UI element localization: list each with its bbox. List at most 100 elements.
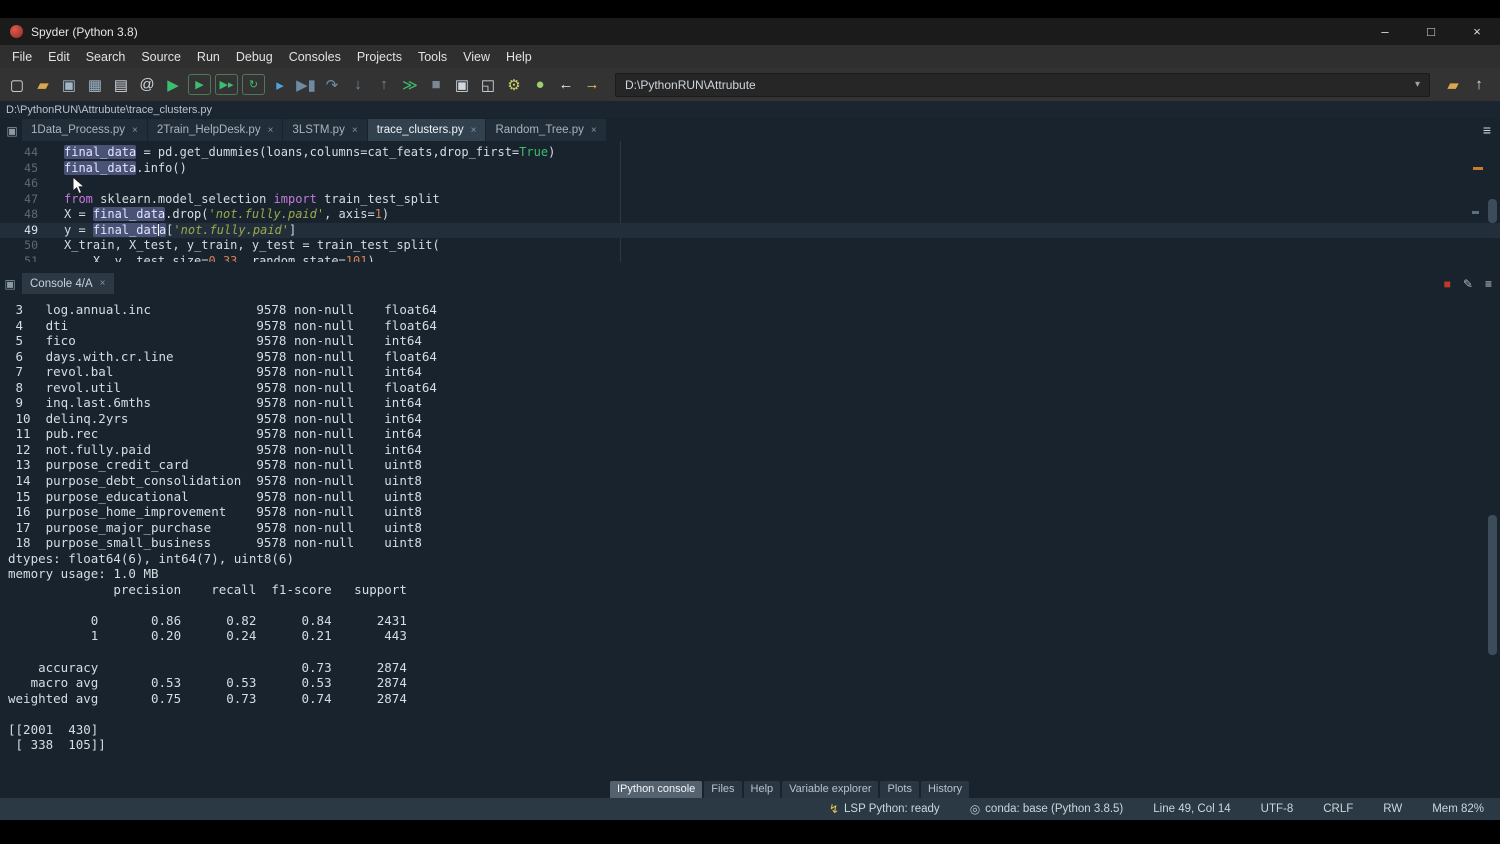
forward-button[interactable]: → <box>579 72 605 98</box>
console-scrollbar-thumb[interactable] <box>1488 515 1497 655</box>
save-button[interactable]: ▣ <box>56 72 82 98</box>
back-button[interactable]: ← <box>553 72 579 98</box>
menu-debug[interactable]: Debug <box>228 48 281 66</box>
open-file-button[interactable]: ▰ <box>30 72 56 98</box>
close-console-icon[interactable]: × <box>100 278 106 289</box>
menu-consoles[interactable]: Consoles <box>281 48 349 66</box>
browse-directory-button[interactable]: ▰ <box>1440 72 1466 98</box>
console-tab-bar: ▣ Console 4/A × ■ ✎ ≡ <box>0 272 1500 295</box>
tab-ipython-console[interactable]: IPython console <box>610 781 702 798</box>
working-directory-combobox[interactable]: D:\PythonRUN\Attrubute ▾ <box>615 73 1430 97</box>
code-editor[interactable]: 44final_data = pd.get_dummies(loans,colu… <box>0 141 1500 262</box>
scrollflag-warning-marker <box>1473 167 1483 170</box>
menu-projects[interactable]: Projects <box>349 48 410 66</box>
menu-view[interactable]: View <box>455 48 498 66</box>
file-switcher-button[interactable]: ▤ <box>108 72 134 98</box>
fullscreen-button[interactable]: ◱ <box>475 72 501 98</box>
line-number: 51 <box>0 254 52 263</box>
tab-1data-process-py[interactable]: 1Data_Process.py× <box>22 119 147 141</box>
code-text[interactable]: X = final_data.drop('not.fully.paid', ax… <box>52 207 389 223</box>
open-file-icon: ▰ <box>37 76 49 94</box>
new-file-icon: ▢ <box>10 76 24 94</box>
run-selection-button[interactable]: ▸ <box>267 72 293 98</box>
tab-label: trace_clusters.py <box>377 124 464 136</box>
code-line: 47from sklearn.model_selection import tr… <box>0 192 1500 208</box>
spyder-logo-icon <box>10 25 23 38</box>
code-text[interactable] <box>52 176 64 192</box>
tab-files[interactable]: Files <box>704 781 741 798</box>
menu-file[interactable]: File <box>4 48 40 66</box>
close-tab-icon[interactable]: × <box>132 125 138 136</box>
code-text[interactable]: final_data.info() <box>52 161 187 177</box>
step-return-button[interactable]: ↑ <box>371 72 397 98</box>
window-title: Spyder (Python 3.8) <box>31 25 138 39</box>
console-panel[interactable]: 3 log.annual.inc 9578 non-null float64 4… <box>0 295 1500 780</box>
rerun-cell-icon: ↻ <box>249 78 258 91</box>
editor-scrollbar-thumb[interactable] <box>1488 199 1497 223</box>
new-file-button[interactable]: ▢ <box>4 72 30 98</box>
run-cell-advance-button[interactable]: ▶▸ <box>215 74 238 95</box>
tab-3lstm-py[interactable]: 3LSTM.py× <box>283 119 366 141</box>
step-into-button[interactable]: ↓ <box>345 72 371 98</box>
tab-help[interactable]: Help <box>744 781 781 798</box>
tab-random-tree-py[interactable]: Random_Tree.py × <box>486 119 605 141</box>
editor-options-icon[interactable]: ≡ <box>1483 122 1491 138</box>
preferences-button[interactable]: ⚙ <box>501 72 527 98</box>
remove-variables-button[interactable]: ✎ <box>1463 277 1473 291</box>
toolbar-buttons: ▢▰▣▦▤@▶▶▶▸↻▸▶▮↷↓↑≫■▣◱⚙●←→ <box>4 72 605 98</box>
interrupt-kernel-button[interactable]: ■ <box>1444 277 1451 291</box>
editor-tabs: 1Data_Process.py×2Train_HelpDesk.py×3LST… <box>22 119 607 141</box>
code-text[interactable]: from sklearn.model_selection import trai… <box>52 192 440 208</box>
tab-trace-clusters-py[interactable]: trace_clusters.py × <box>368 119 486 141</box>
close-button[interactable]: × <box>1454 18 1500 45</box>
find-symbols-button[interactable]: @ <box>134 72 160 98</box>
code-text[interactable]: X, y, test_size=0.33, random_state=101) <box>52 254 375 263</box>
browse-console-tabs-icon[interactable]: ▣ <box>0 273 20 294</box>
code-text[interactable]: final_data = pd.get_dummies(loans,column… <box>52 145 555 161</box>
browse-tabs-icon[interactable]: ▣ <box>2 120 22 141</box>
menu-edit[interactable]: Edit <box>40 48 78 66</box>
menu-tools[interactable]: Tools <box>410 48 455 66</box>
close-tab-icon[interactable]: × <box>591 125 597 136</box>
continue-button[interactable]: ≫ <box>397 72 423 98</box>
main-toolbar: ▢▰▣▦▤@▶▶▶▸↻▸▶▮↷↓↑≫■▣◱⚙●←→ D:\PythonRUN\A… <box>0 68 1500 101</box>
tab-history[interactable]: History <box>921 781 969 798</box>
menu-source[interactable]: Source <box>133 48 189 66</box>
tab-2train-helpdesk-py[interactable]: 2Train_HelpDesk.py× <box>148 119 283 141</box>
run-cell-button[interactable]: ▶ <box>188 74 211 95</box>
code-text[interactable]: X_train, X_test, y_train, y_test = train… <box>52 238 440 254</box>
run-file-button[interactable]: ▶ <box>160 72 186 98</box>
stop-button[interactable]: ■ <box>423 72 449 98</box>
tab-plots[interactable]: Plots <box>880 781 918 798</box>
python-env-button[interactable]: ● <box>527 72 553 98</box>
console-options-button[interactable]: ≡ <box>1485 277 1492 291</box>
lsp-status-icon: ↯ <box>829 802 839 816</box>
menu-run[interactable]: Run <box>189 48 228 66</box>
debug-file-button[interactable]: ▶▮ <box>293 72 319 98</box>
parent-directory-button[interactable]: ↑ <box>1466 72 1492 98</box>
code-line: 50X_train, X_test, y_train, y_test = tra… <box>0 238 1500 254</box>
maximize-pane-button[interactable]: ▣ <box>449 72 475 98</box>
minimize-button[interactable]: – <box>1362 18 1408 45</box>
tab-label: Random_Tree.py <box>495 124 583 136</box>
status-bar: ↯LSP Python: ready◎conda: base (Python 3… <box>0 798 1500 820</box>
python-env-icon: ● <box>535 76 544 93</box>
close-tab-icon[interactable]: × <box>268 125 274 136</box>
console-tab[interactable]: Console 4/A × <box>22 273 114 294</box>
step-over-button[interactable]: ↷ <box>319 72 345 98</box>
code-line: 49y = final_data['not.fully.paid'] <box>0 223 1500 239</box>
code-text[interactable]: y = final_data['not.fully.paid'] <box>52 223 296 239</box>
code-lines: 44final_data = pd.get_dummies(loans,colu… <box>0 145 1500 262</box>
menu-search[interactable]: Search <box>78 48 134 66</box>
rerun-cell-button[interactable]: ↻ <box>242 74 265 95</box>
console-output[interactable]: 3 log.annual.inc 9578 non-null float64 4… <box>0 295 1500 753</box>
close-tab-icon[interactable]: × <box>471 125 477 136</box>
save-all-button[interactable]: ▦ <box>82 72 108 98</box>
conda-status-icon: ◎ <box>970 802 980 816</box>
menu-help[interactable]: Help <box>498 48 540 66</box>
maximize-button[interactable]: □ <box>1408 18 1454 45</box>
tab-variable-explorer[interactable]: Variable explorer <box>782 781 878 798</box>
permissions-status: RW <box>1383 803 1402 815</box>
close-tab-icon[interactable]: × <box>352 125 358 136</box>
browse-directory-icon: ▰ <box>1447 76 1459 94</box>
